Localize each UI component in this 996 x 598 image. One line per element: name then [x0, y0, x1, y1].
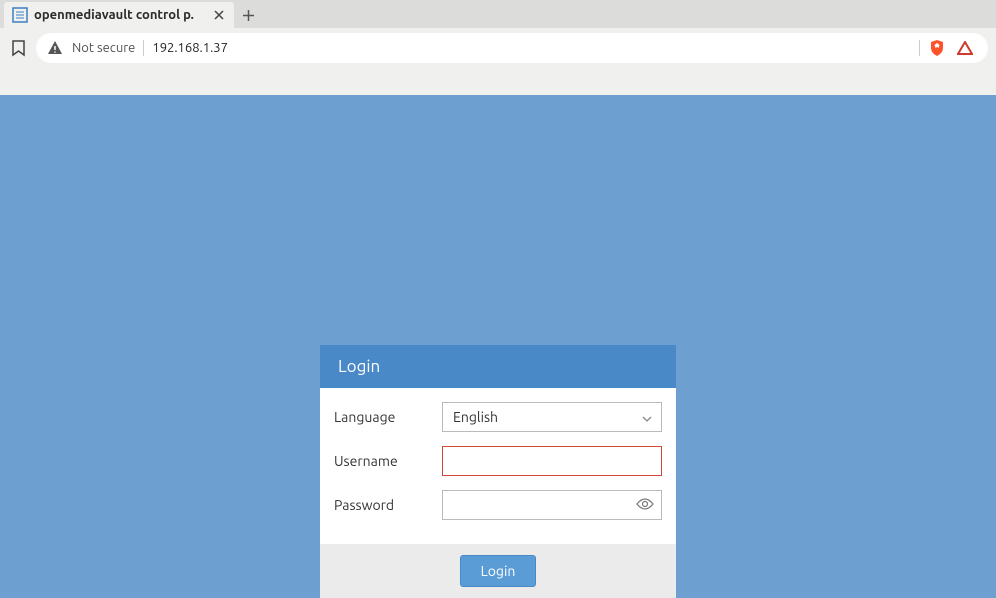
login-header-text: Login — [338, 357, 380, 376]
security-warning-icon — [46, 39, 64, 57]
toolbar-spacer — [0, 68, 996, 95]
username-input[interactable] — [442, 446, 662, 476]
username-row: Username — [334, 446, 662, 476]
login-panel-header: Login — [320, 345, 676, 388]
language-label: Language — [334, 409, 442, 425]
username-label: Username — [334, 453, 442, 469]
security-label: Not secure — [72, 41, 135, 55]
brave-rewards-icon[interactable] — [956, 39, 974, 57]
browser-chrome: openmediavault control p. Not secure 192… — [0, 0, 996, 95]
close-tab-icon[interactable] — [212, 8, 226, 22]
password-label: Password — [334, 497, 442, 513]
bookmark-icon[interactable] — [8, 38, 28, 58]
address-bar-row: Not secure 192.168.1.37 — [0, 28, 996, 68]
language-select[interactable]: English — [442, 402, 662, 432]
brave-shield-icon[interactable] — [928, 39, 946, 57]
new-tab-button[interactable] — [234, 2, 262, 28]
show-password-icon[interactable] — [636, 496, 654, 514]
separator — [143, 40, 144, 56]
password-row: Password — [334, 490, 662, 520]
tab-favicon-icon — [12, 7, 28, 23]
browser-tab[interactable]: openmediavault control p. — [4, 2, 234, 28]
url-text: 192.168.1.37 — [152, 41, 228, 55]
tab-title: openmediavault control p. — [34, 8, 206, 22]
address-bar[interactable]: Not secure 192.168.1.37 — [36, 33, 988, 63]
separator — [919, 40, 920, 56]
login-panel-footer: Login — [320, 544, 676, 598]
tab-strip: openmediavault control p. — [0, 0, 996, 28]
language-select-value: English — [453, 409, 498, 425]
page-content: Login Language English Username — [0, 95, 996, 598]
login-panel: Login Language English Username — [320, 345, 676, 598]
address-bar-right — [928, 39, 978, 57]
language-row: Language English — [334, 402, 662, 432]
login-button[interactable]: Login — [460, 555, 537, 587]
login-panel-body: Language English Username Password — [320, 388, 676, 544]
password-input[interactable] — [442, 490, 662, 520]
